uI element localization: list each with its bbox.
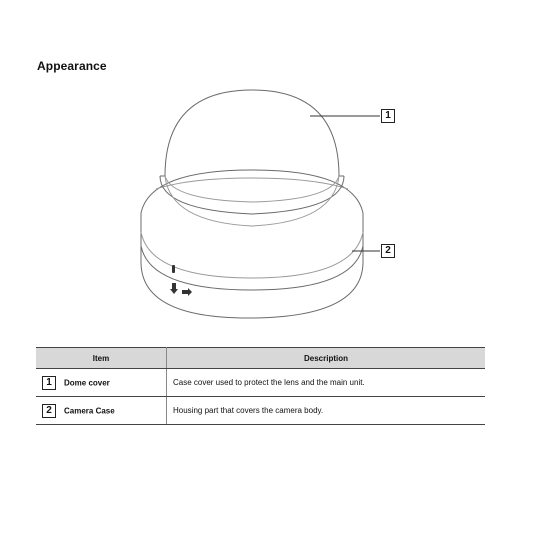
table-row: 2 Camera Case Housing part that covers th… [36,396,485,425]
header-item: Item [36,347,167,369]
arrow-down-mark [170,283,178,294]
arrow-right-mark [182,288,192,296]
item-cell: 1 Dome cover [36,368,167,397]
table-header-row: Item Description [36,347,485,369]
item-name: Camera Case [64,406,115,415]
item-cell: 2 Camera Case [36,396,167,425]
item-name: Dome cover [64,378,110,387]
header-description: Description [166,347,485,369]
item-number-badge: 2 [42,403,56,418]
appearance-table: Item Description 1 Dome cover Case cover … [36,347,485,425]
description-cell: Case cover used to protect the lens and … [166,368,485,397]
table-row: 1 Dome cover Case cover used to protect t… [36,368,485,397]
description-cell: Housing part that covers the camera body… [166,396,485,425]
callout-1: 1 [381,109,395,123]
dome-camera-drawing [140,89,380,319]
indicator-mark [172,265,175,273]
callout-2: 2 [381,244,395,258]
item-number-badge: 1 [42,375,56,390]
dome-camera-illustration: 1 2 [0,0,536,340]
